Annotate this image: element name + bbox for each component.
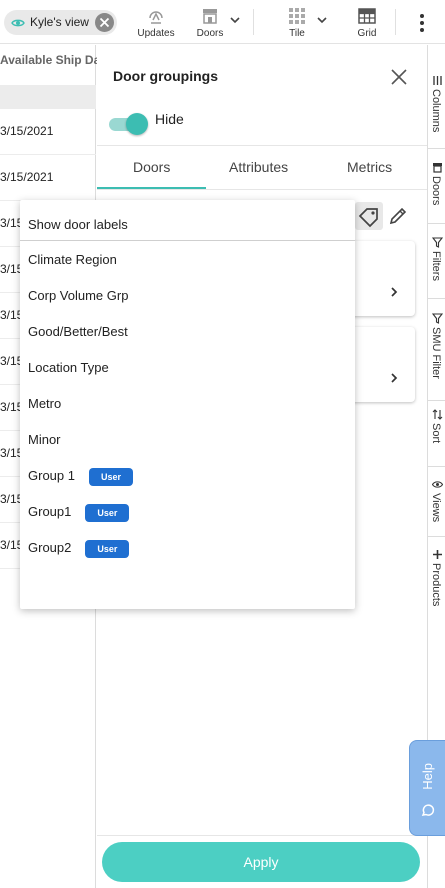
sidebar-item-label: SMU Filter [430, 327, 442, 379]
tile-icon [278, 6, 316, 28]
updates-label: Updates [137, 28, 175, 39]
top-toolbar: Kyle's view Updates Doors Tile Grid [0, 0, 445, 44]
doors-button[interactable]: Doors [190, 4, 230, 42]
filter-icon [432, 313, 443, 324]
user-badge: User [85, 503, 130, 522]
sidebar-item-smu-filter[interactable]: SMU Filter [428, 307, 445, 401]
plus-icon [433, 550, 442, 559]
dropdown-item-group-1[interactable]: Group 1 User [28, 466, 133, 486]
dropdown-item-label: Group2 [28, 540, 72, 555]
chevron-right-icon [391, 373, 398, 383]
panel-tabs: Doors Attributes Metrics [97, 145, 427, 190]
sidebar-item-label: Views [430, 493, 442, 523]
dropdown-item-climate-region[interactable]: Climate Region [28, 250, 117, 270]
dropdown-item-label: Good/Better/Best [28, 324, 128, 339]
store-icon [433, 163, 442, 173]
chevron-down-icon[interactable] [316, 14, 328, 26]
column-header[interactable]: Available Ship Da [0, 53, 100, 67]
table-row[interactable]: 3/15/2021 [0, 109, 96, 155]
door-labels-dropdown: Show door labels Climate Region Corp Vol… [20, 200, 355, 609]
dropdown-item-label: Corp Volume Grp [28, 288, 129, 303]
sort-icon [432, 409, 443, 420]
user-badge: User [88, 467, 133, 486]
grid-label: Grid [357, 28, 377, 39]
active-tab-indicator [97, 187, 206, 189]
close-icon[interactable] [95, 13, 114, 32]
view-chip[interactable]: Kyle's view [4, 10, 117, 35]
sidebar-item-label: Filters [430, 251, 442, 281]
sidebar-item-doors[interactable]: Doors [428, 156, 445, 224]
sidebar-item-label: Products [430, 563, 442, 607]
grid-button[interactable]: Grid [348, 4, 386, 42]
hide-toggle[interactable] [109, 113, 148, 135]
store-icon [190, 6, 230, 28]
toggle-label: Hide [155, 111, 184, 127]
dropdown-item-label: Group1 [28, 504, 72, 519]
toggle-knob [126, 113, 148, 135]
columns-icon [433, 76, 442, 85]
dropdown-item-location-type[interactable]: Location Type [28, 358, 109, 378]
grid-icon [348, 6, 386, 28]
dropdown-item-group2[interactable]: Group2 User [28, 538, 130, 558]
tag-button[interactable] [355, 202, 383, 230]
sidebar-item-label: Sort [430, 423, 442, 444]
footer-divider [97, 835, 427, 836]
label-tools [355, 202, 415, 232]
chevron-right-icon [391, 287, 398, 297]
pencil-icon[interactable] [387, 205, 409, 227]
dropdown-item-label: Minor [28, 432, 61, 447]
chat-icon [421, 804, 435, 816]
close-icon[interactable] [390, 68, 408, 86]
more-options-icon[interactable] [414, 12, 430, 34]
table-row[interactable]: 3/15/2021 [0, 155, 96, 201]
sidebar-item-label: Doors [430, 176, 442, 206]
toolbar-divider [395, 9, 396, 35]
filter-icon [432, 237, 443, 248]
chevron-down-icon[interactable] [229, 14, 241, 26]
dropdown-item-label: Group 1 [28, 468, 75, 483]
dropdown-item-group1[interactable]: Group1 User [28, 502, 130, 522]
help-label: Help [420, 763, 435, 790]
user-badge: User [85, 539, 130, 558]
panel-title: Door groupings [113, 68, 218, 84]
sidebar-item-filters[interactable]: Filters [428, 231, 445, 299]
dropdown-header-label: Show door labels [28, 217, 128, 232]
doors-label: Doors [196, 28, 224, 39]
tile-button[interactable]: Tile [278, 4, 316, 42]
sidebar-item-views[interactable]: Views [428, 473, 445, 537]
sidebar-item-columns[interactable]: Columns [428, 69, 445, 149]
tab-metrics[interactable]: Metrics [347, 159, 392, 175]
dropdown-item-minor[interactable]: Minor [28, 430, 61, 450]
help-button[interactable]: Help [409, 740, 445, 836]
tag-icon [358, 208, 378, 228]
tile-label: Tile [289, 28, 305, 39]
tab-attributes[interactable]: Attributes [229, 159, 288, 175]
header-band [0, 85, 96, 109]
dropdown-item-label: Metro [28, 396, 62, 411]
dropdown-header: Show door labels [20, 200, 355, 241]
sidebar-item-products[interactable]: Products [428, 543, 445, 625]
view-chip-label: Kyle's view [30, 15, 89, 29]
eye-icon [432, 481, 443, 488]
sidebar-item-label: Columns [430, 89, 442, 133]
dropdown-item-label: Location Type [28, 360, 109, 375]
dropdown-item-metro[interactable]: Metro [28, 394, 61, 414]
dropdown-item-label: Climate Region [28, 252, 117, 267]
toolbar-divider [253, 9, 254, 35]
eye-icon [11, 19, 25, 27]
apply-button[interactable]: Apply [102, 842, 420, 882]
sidebar-item-sort[interactable]: Sort [428, 403, 445, 467]
updates-icon [134, 6, 178, 28]
tab-doors[interactable]: Doors [133, 159, 170, 175]
dropdown-item-corp-volume-grp[interactable]: Corp Volume Grp [28, 286, 128, 306]
dropdown-item-good-better-best[interactable]: Good/Better/Best [28, 322, 128, 342]
updates-button[interactable]: Updates [134, 4, 178, 42]
